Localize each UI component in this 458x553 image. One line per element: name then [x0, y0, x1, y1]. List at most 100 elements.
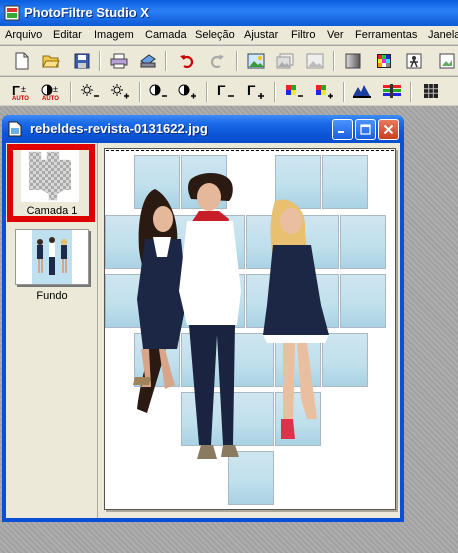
- maximize-icon: [360, 124, 371, 135]
- canvas-area: [98, 143, 400, 518]
- menu-editar[interactable]: Editar: [53, 29, 82, 41]
- menu-imagem[interactable]: Imagem: [94, 29, 134, 41]
- photofiltre-icon: [4, 5, 20, 21]
- saturation-minus-icon: [286, 85, 303, 97]
- image-browser-icon: [247, 53, 265, 69]
- image-stack-button[interactable]: [274, 50, 296, 72]
- contrast-plus-icon: [178, 84, 196, 99]
- svg-text:Γ: Γ: [247, 83, 256, 98]
- minimize-icon: [338, 131, 344, 133]
- image-export-button[interactable]: [436, 50, 458, 72]
- menu-ajustar[interactable]: Ajustar: [244, 29, 278, 41]
- contrast-minus-icon: [149, 84, 167, 97]
- gradient-button[interactable]: [342, 50, 364, 72]
- print-icon: [110, 53, 128, 69]
- auto-label: AUTO: [42, 96, 59, 102]
- photo-people: [133, 173, 329, 459]
- document-titlebar[interactable]: rebeldes-revista-0131622.jpg: [2, 115, 404, 143]
- girl-left: [133, 189, 187, 413]
- auto-label: AUTO: [12, 96, 29, 102]
- brightness-minus-icon: [81, 84, 99, 97]
- image-canvas[interactable]: [104, 148, 396, 510]
- toolbar-separator: [206, 82, 208, 102]
- menu-selecao[interactable]: Seleção: [195, 29, 235, 41]
- brightness-minus-button[interactable]: [79, 80, 101, 102]
- boy-center: [179, 173, 241, 459]
- gamma-minus-icon: Γ: [217, 83, 234, 98]
- close-button[interactable]: [378, 119, 399, 140]
- contrast-plus-button[interactable]: [176, 80, 198, 102]
- menu-ferramentas[interactable]: Ferramentas: [355, 29, 417, 41]
- svg-text:±: ±: [53, 84, 58, 94]
- toolbar-separator: [274, 82, 276, 102]
- saturation-plus-icon: [316, 85, 333, 99]
- undo-button[interactable]: [176, 50, 198, 72]
- main-toolbar: [0, 46, 458, 76]
- gamma-minus-button[interactable]: Γ: [215, 80, 237, 102]
- image-copy-icon: [306, 53, 324, 69]
- layer-thumbnail: [15, 229, 89, 285]
- redo-icon: [210, 55, 224, 69]
- new-icon: [15, 52, 29, 70]
- adjust-toolbar: Γ ± AUTO ± AUTO Γ Γ: [0, 77, 458, 106]
- maximize-button[interactable]: [355, 119, 376, 140]
- toolbar-separator: [333, 51, 335, 71]
- saturation-minus-button[interactable]: [283, 80, 305, 102]
- menu-camada[interactable]: Camada: [145, 29, 187, 41]
- print-button[interactable]: [108, 50, 130, 72]
- person-button[interactable]: [403, 50, 425, 72]
- brightness-plus-icon: [111, 84, 129, 99]
- menu-ver[interactable]: Ver: [327, 29, 344, 41]
- girl-right: [263, 199, 329, 439]
- image-stack-icon: [276, 53, 294, 69]
- toolbar-separator: [99, 51, 101, 71]
- menu-janela[interactable]: Janela: [428, 29, 458, 41]
- new-button[interactable]: [11, 50, 33, 72]
- app-titlebar: PhotoFiltre Studio X: [0, 0, 458, 26]
- contrast-minus-button[interactable]: [147, 80, 169, 102]
- document-icon: [8, 121, 22, 137]
- palette-button[interactable]: [373, 50, 395, 72]
- palette-icon: [377, 54, 391, 68]
- toolbar-separator: [139, 82, 141, 102]
- open-button[interactable]: [40, 50, 62, 72]
- svg-text:Γ: Γ: [217, 83, 226, 98]
- toolbar-separator: [70, 82, 72, 102]
- app-title: PhotoFiltre Studio X: [24, 5, 149, 20]
- gamma-auto-button[interactable]: Γ ± AUTO: [10, 80, 32, 102]
- layer-label: Fundo: [36, 290, 68, 302]
- toolbar-separator: [410, 82, 412, 102]
- layer-selection-highlight: [7, 144, 95, 222]
- open-icon: [42, 55, 60, 68]
- person-icon: [406, 53, 422, 69]
- menu-filtro[interactable]: Filtro: [291, 29, 315, 41]
- gamma-plus2-icon: Γ: [247, 83, 264, 99]
- color-balance-button[interactable]: [381, 80, 403, 102]
- close-icon: [383, 124, 394, 135]
- svg-text:±: ±: [21, 84, 26, 94]
- image-copy-button[interactable]: [304, 50, 326, 72]
- gamma-plus-button[interactable]: Γ: [245, 80, 267, 102]
- saturation-plus-button[interactable]: [313, 80, 335, 102]
- levels-icon: [353, 85, 371, 98]
- grid-button[interactable]: [420, 80, 442, 102]
- document-title: rebeldes-revista-0131622.jpg: [30, 121, 208, 136]
- gradient-icon: [345, 53, 361, 69]
- toolbar-separator: [236, 51, 238, 71]
- document-window: rebeldes-revista-0131622.jpg Camada 1 Fu…: [2, 115, 404, 522]
- toolbar-separator: [343, 82, 345, 102]
- save-button[interactable]: [71, 50, 93, 72]
- toolbar-separator: [165, 51, 167, 71]
- menu-arquivo[interactable]: Arquivo: [5, 29, 42, 41]
- layer-item-fundo[interactable]: Fundo: [10, 229, 94, 309]
- document-client: Camada 1 Fundo: [6, 143, 400, 518]
- levels-button[interactable]: [351, 80, 373, 102]
- contrast-auto-button[interactable]: ± AUTO: [40, 80, 62, 102]
- scan-button[interactable]: [137, 50, 159, 72]
- image-browser-button[interactable]: [245, 50, 267, 72]
- menubar: Arquivo Editar Imagem Camada Seleção Aju…: [0, 26, 458, 45]
- minimize-button[interactable]: [332, 119, 353, 140]
- brightness-plus-button[interactable]: [109, 80, 131, 102]
- save-icon: [74, 53, 90, 69]
- redo-button[interactable]: [206, 50, 228, 72]
